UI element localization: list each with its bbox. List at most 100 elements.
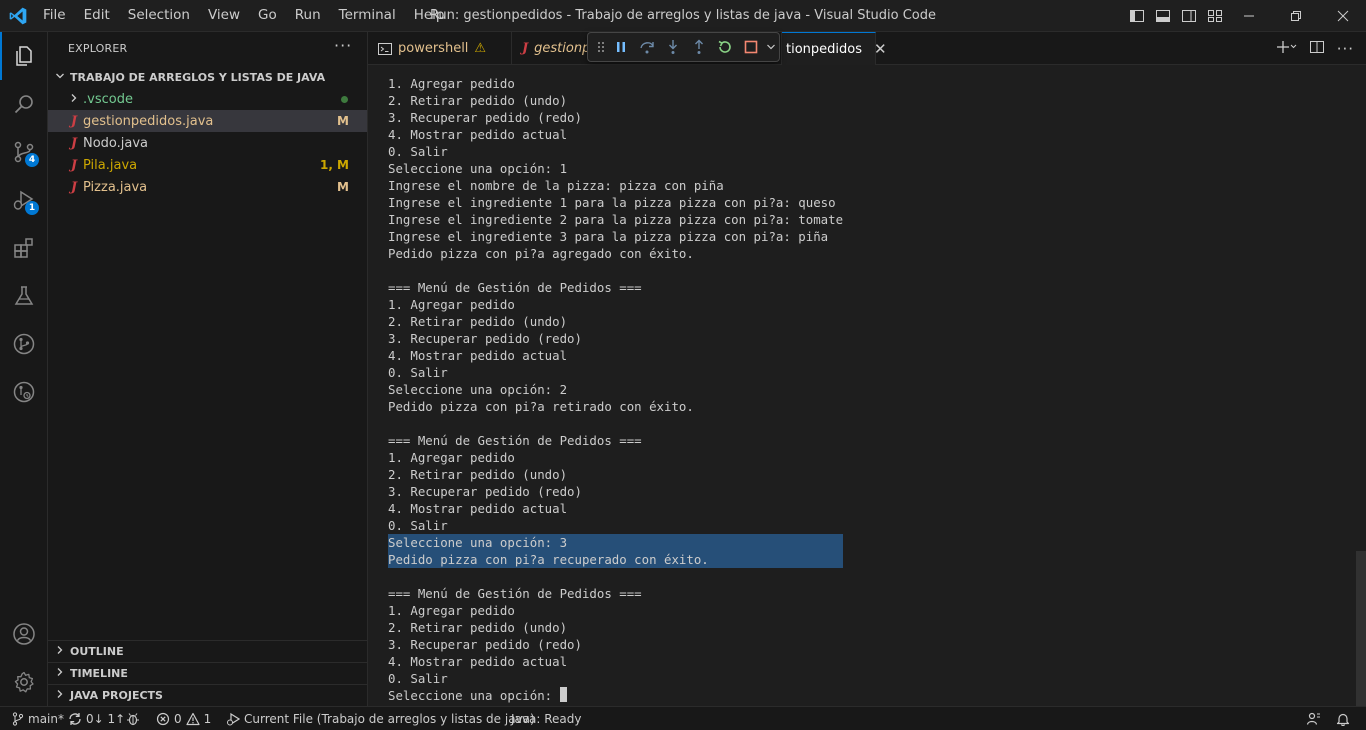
terminal-line: Ingrese el nombre de la pizza: pizza con… bbox=[388, 177, 843, 194]
menu-view[interactable]: View bbox=[199, 0, 249, 32]
file-name: .vscode bbox=[83, 91, 133, 107]
tree-item-gestionpedidos[interactable]: J gestionpedidos.java M bbox=[48, 110, 367, 132]
restart-button[interactable] bbox=[712, 34, 738, 60]
toggle-secondary-sidebar-icon[interactable] bbox=[1176, 0, 1202, 32]
tree-item-pizza[interactable]: J Pizza.java M bbox=[48, 176, 367, 198]
git-history-button[interactable] bbox=[0, 368, 48, 416]
tab-powershell[interactable]: powershell ⚠ bbox=[368, 32, 512, 65]
new-terminal-icon[interactable] bbox=[1276, 40, 1297, 58]
java-status[interactable]: Java: Ready bbox=[511, 707, 581, 730]
terminal-line-text: 3. Recuperar pedido (redo) bbox=[388, 331, 582, 346]
title-bar: File Edit Selection View Go Run Terminal… bbox=[0, 0, 1366, 32]
menu-help[interactable]: Help bbox=[405, 0, 454, 32]
feedback-button[interactable] bbox=[1306, 707, 1321, 730]
timeline-section[interactable]: TIMELINE bbox=[48, 662, 367, 684]
terminal-line: 1. Agregar pedido bbox=[388, 75, 843, 92]
branch-name: main* bbox=[28, 711, 64, 726]
restore-button[interactable] bbox=[1273, 0, 1319, 32]
step-out-icon bbox=[695, 39, 703, 54]
terminal-panel[interactable]: 1. Agregar pedido 2. Retirar pedido (undo… bbox=[368, 65, 1366, 706]
terminal-line: 0. Salir bbox=[388, 364, 843, 381]
terminal-line: 3. Recuperar pedido (redo) bbox=[388, 483, 843, 500]
menu-file[interactable]: File bbox=[34, 0, 75, 32]
terminal-line-text: 3. Recuperar pedido (redo) bbox=[388, 637, 582, 652]
menu-go[interactable]: Go bbox=[249, 0, 286, 32]
terminal-line-text: Seleccione una opción: 1 bbox=[388, 161, 568, 176]
terminal-line: 1. Agregar pedido bbox=[388, 449, 843, 466]
terminal-line: 2. Retirar pedido (undo) bbox=[388, 92, 843, 109]
close-window-button[interactable] bbox=[1320, 0, 1366, 32]
terminal-line-text: 0. Salir bbox=[388, 671, 448, 686]
terminal-line-text: 1. Agregar pedido bbox=[388, 76, 515, 91]
run-debug-button[interactable]: 1 bbox=[0, 176, 48, 224]
source-control-button[interactable]: 4 bbox=[0, 128, 48, 176]
tree-item-pila[interactable]: J Pila.java 1, M bbox=[48, 154, 367, 176]
explorer-button[interactable] bbox=[0, 32, 48, 80]
terminal-line: Ingrese el ingrediente 2 para la pizza p… bbox=[388, 211, 843, 228]
terminal-line: 2. Retirar pedido (undo) bbox=[388, 313, 843, 330]
workspace-folder[interactable]: TRABAJO DE ARREGLOS Y LISTAS DE JAVA bbox=[48, 66, 367, 88]
notifications-button[interactable] bbox=[1336, 707, 1350, 730]
terminal-line-text: Ingrese el ingrediente 1 para la pizza p… bbox=[388, 195, 836, 210]
customize-layout-icon[interactable] bbox=[1202, 0, 1228, 32]
debug-toolbar bbox=[587, 32, 780, 62]
tree-item-vscode[interactable]: .vscode bbox=[48, 88, 367, 110]
terminal-line: Pedido pizza con pi?a recuperado con éxi… bbox=[388, 551, 844, 568]
pause-icon bbox=[617, 42, 625, 52]
search-button[interactable] bbox=[0, 80, 48, 128]
tab-run-terminal[interactable]: tionpedidos ✕ bbox=[782, 32, 887, 65]
testing-button[interactable] bbox=[0, 272, 48, 320]
step-over-button[interactable] bbox=[634, 34, 660, 60]
toggle-panel-icon[interactable] bbox=[1150, 0, 1176, 32]
terminal-line-text: Seleccione una opción: 2 bbox=[388, 382, 568, 397]
terminal-line-text: 4. Mostrar pedido actual bbox=[388, 501, 568, 516]
menu-run[interactable]: Run bbox=[286, 0, 330, 32]
git-status: 1, M bbox=[319, 158, 349, 172]
step-into-button[interactable] bbox=[660, 34, 686, 60]
terminal-line: Pedido pizza con pi?a agregado con éxito… bbox=[388, 245, 843, 262]
extensions-button[interactable] bbox=[0, 224, 48, 272]
menu-edit[interactable]: Edit bbox=[75, 0, 119, 32]
tree-item-nodo[interactable]: J Nodo.java bbox=[48, 132, 367, 154]
terminal-line: 1. Agregar pedido bbox=[388, 602, 843, 619]
terminal-line-text: 0. Salir bbox=[388, 518, 448, 533]
pause-button[interactable] bbox=[608, 34, 634, 60]
launch-config-status[interactable]: Current File (Trabajo de arreglos y list… bbox=[226, 707, 535, 730]
terminal-line-text: Pedido pizza con pi?a retirado con éxito… bbox=[388, 399, 694, 414]
problems-status[interactable]: 0 1 bbox=[156, 707, 211, 730]
minimize-button[interactable] bbox=[1226, 0, 1272, 32]
java-file-icon: J bbox=[70, 157, 78, 173]
drag-handle-icon[interactable] bbox=[594, 34, 608, 60]
stop-button[interactable] bbox=[738, 34, 764, 60]
more-actions-button[interactable]: ··· bbox=[334, 36, 352, 55]
close-tab-icon[interactable]: ✕ bbox=[874, 40, 887, 58]
accounts-button[interactable] bbox=[0, 610, 48, 658]
branch-status[interactable]: main* bbox=[12, 707, 64, 730]
terminal-line-text: 1. Agregar pedido bbox=[388, 603, 515, 618]
debug-status[interactable] bbox=[126, 707, 140, 730]
chevron-down-icon bbox=[50, 70, 70, 85]
more-icon[interactable]: ··· bbox=[1337, 40, 1354, 58]
chevron-down-icon[interactable] bbox=[764, 34, 778, 60]
menu-selection[interactable]: Selection bbox=[119, 0, 199, 32]
workspace-folder-name: TRABAJO DE ARREGLOS Y LISTAS DE JAVA bbox=[70, 70, 326, 84]
java-projects-section[interactable]: JAVA PROJECTS bbox=[48, 684, 367, 706]
sync-status[interactable]: 0↓ 1↑ bbox=[68, 707, 125, 730]
terminal-line: Seleccione una opción: 3 bbox=[388, 534, 844, 551]
outline-section[interactable]: OUTLINE bbox=[48, 640, 367, 662]
terminal-line-text: Ingrese el ingrediente 2 para la pizza p… bbox=[388, 212, 844, 227]
terminal-scrollbar[interactable] bbox=[1356, 551, 1366, 706]
manage-button[interactable] bbox=[0, 658, 48, 706]
modified-dot-icon bbox=[341, 95, 348, 103]
terminal-line: Ingrese el ingrediente 3 para la pizza p… bbox=[388, 228, 843, 245]
section-title: OUTLINE bbox=[70, 645, 124, 658]
warning-count: 1 bbox=[203, 711, 212, 726]
git-graph-button[interactable] bbox=[0, 320, 48, 368]
split-editor-icon[interactable] bbox=[1309, 39, 1325, 59]
toggle-primary-sidebar-icon[interactable] bbox=[1124, 0, 1150, 32]
step-out-button[interactable] bbox=[686, 34, 712, 60]
terminal-line-text: Pedido pizza con pi?a recuperado con éxi… bbox=[388, 552, 709, 567]
restore-icon bbox=[1291, 11, 1301, 21]
menu-terminal[interactable]: Terminal bbox=[330, 0, 405, 32]
terminal-line-text: 3. Recuperar pedido (redo) bbox=[388, 110, 582, 125]
